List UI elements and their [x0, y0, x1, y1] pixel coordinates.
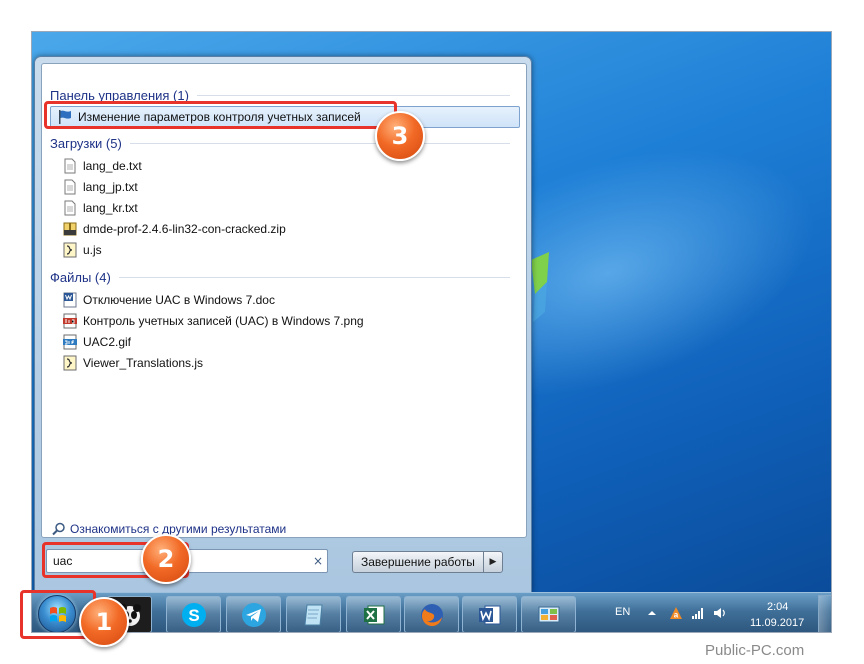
watermark: Public-PC.com [705, 642, 805, 659]
firefox-icon [420, 603, 443, 626]
result-item-label: UAC2.gif [83, 335, 132, 349]
skype-icon: S [181, 602, 206, 627]
wallpaper-logo-fragment [531, 252, 549, 322]
result-item[interactable]: Отключение UAC в Windows 7.doc [62, 290, 275, 310]
group-header-files[interactable]: Файлы (4) [50, 268, 510, 286]
taskbar-app-excel[interactable] [346, 596, 401, 632]
taskbar: S EN a 2:04 11.09.2017 [32, 592, 831, 632]
result-item-label: dmde-prof-2.4.6-lin32-con-cracked.zip [83, 222, 286, 236]
group-title: Файлы (4) [50, 269, 111, 285]
text-file-icon [64, 179, 76, 195]
shutdown-group: Завершение работы ▶ [352, 551, 503, 573]
more-results-label: Ознакомиться с другими результатами [70, 522, 287, 536]
telegram-icon [241, 602, 266, 627]
word-file-icon [63, 292, 77, 308]
taskbar-app-notepad[interactable] [286, 596, 341, 632]
result-item-label: lang_de.txt [83, 159, 142, 173]
script-file-icon [63, 355, 77, 371]
svg-text:S: S [188, 606, 199, 625]
show-desktop-button[interactable] [818, 595, 831, 632]
result-item-label: Контроль учетных записей (UAC) в Windows… [83, 314, 364, 328]
result-item-label: u.js [83, 243, 102, 257]
show-hidden-icons-icon[interactable] [645, 606, 659, 620]
result-item[interactable]: u.js [62, 240, 102, 260]
result-item-label: Viewer_Translations.js [83, 356, 204, 370]
clear-icon[interactable]: × [309, 552, 327, 570]
annotation-badge-3: 3 [375, 111, 425, 161]
taskbar-app-skype[interactable]: S [166, 596, 221, 632]
text-file-icon [64, 158, 76, 174]
antivirus-icon[interactable]: a [669, 606, 683, 620]
volume-icon[interactable] [713, 606, 727, 620]
shutdown-options-arrow-icon[interactable]: ▶ [482, 551, 503, 573]
clock-time[interactable]: 2:04 [767, 601, 788, 613]
divider [196, 94, 510, 96]
script-file-icon [63, 242, 77, 258]
result-item-label: lang_kr.txt [83, 201, 138, 215]
start-menu: Панель управления (1) Изменение параметр… [34, 56, 532, 593]
taskbar-app-word[interactable] [462, 596, 517, 632]
gif-file-icon [63, 334, 77, 350]
taskbar-app-firefox[interactable] [404, 596, 459, 632]
divider [118, 276, 510, 278]
result-item[interactable]: Контроль учетных записей (UAC) в Windows… [62, 311, 364, 331]
annotation-badge-2: 2 [141, 534, 191, 584]
group-title: Загрузки (5) [50, 135, 122, 151]
network-signal-icon[interactable] [691, 606, 705, 620]
language-indicator[interactable]: EN [615, 606, 630, 618]
clock-date[interactable]: 11.09.2017 [750, 617, 804, 629]
result-item[interactable]: lang_de.txt [62, 156, 142, 176]
highlight-result-item [44, 101, 397, 129]
annotation-badge-1: 1 [79, 597, 129, 647]
svg-text:a: a [674, 611, 679, 620]
notepad-icon [303, 604, 323, 625]
control-panel-icon [538, 606, 559, 622]
system-tray: EN a 2:04 11.09.2017 [595, 593, 831, 632]
divider [129, 142, 510, 144]
group-header-downloads[interactable]: Загрузки (5) [50, 134, 510, 152]
result-item[interactable]: lang_jp.txt [62, 177, 138, 197]
text-file-icon [64, 200, 76, 216]
result-item[interactable]: UAC2.gif [62, 332, 131, 352]
png-file-icon [63, 313, 77, 329]
word-icon [478, 605, 500, 624]
result-item[interactable]: dmde-prof-2.4.6-lin32-con-cracked.zip [62, 219, 286, 239]
result-item-label: lang_jp.txt [83, 180, 138, 194]
taskbar-app-telegram[interactable] [226, 596, 281, 632]
taskbar-app-control-panel[interactable] [521, 596, 576, 632]
shutdown-button[interactable]: Завершение работы [352, 551, 483, 573]
result-item[interactable]: Viewer_Translations.js [62, 353, 203, 373]
result-item-label: Отключение UAC в Windows 7.doc [83, 293, 275, 307]
excel-icon [363, 605, 384, 624]
zip-file-icon [63, 222, 77, 236]
search-icon [52, 522, 65, 536]
search-results-pane: Панель управления (1) Изменение параметр… [41, 63, 527, 538]
result-item[interactable]: lang_kr.txt [62, 198, 138, 218]
